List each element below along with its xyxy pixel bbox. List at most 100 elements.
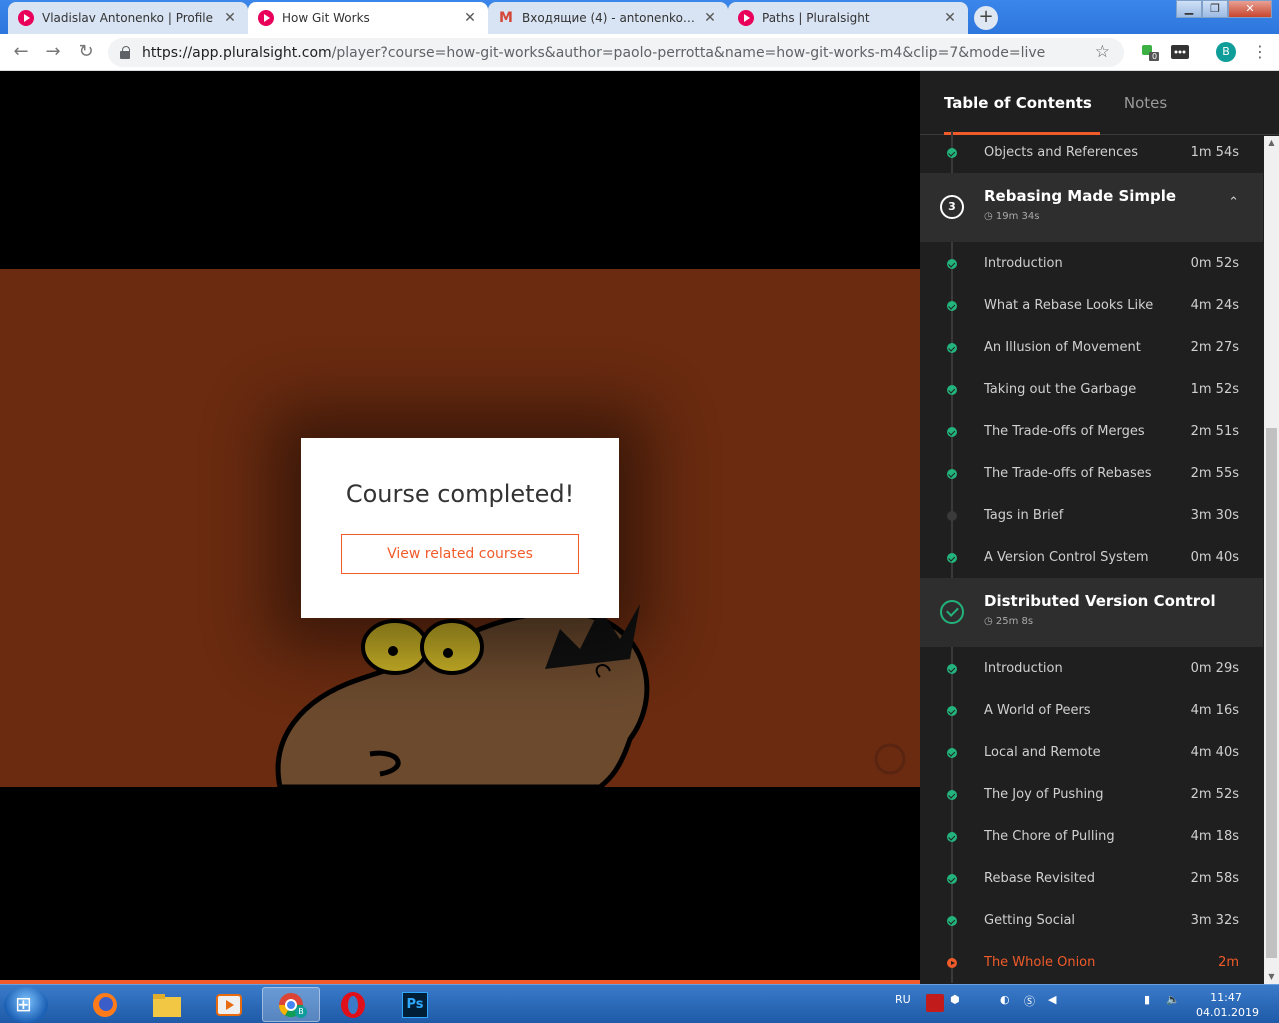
clip-row[interactable]: Local and Remote 4m 40s — [920, 731, 1263, 773]
clip-title: The Trade-offs of Rebases — [984, 465, 1152, 481]
speaker-icon[interactable]: ◀ — [1048, 993, 1056, 1006]
completed-check-icon — [947, 427, 957, 437]
tray-app-icon[interactable] — [926, 994, 944, 1012]
completed-check-icon — [947, 832, 957, 842]
view-related-courses-button[interactable]: View related courses — [341, 534, 579, 574]
browser-menu-icon[interactable]: ⋮ — [1252, 42, 1268, 62]
browser-tab-inbox[interactable]: M Входящие (4) - antonenkovlad.v ✕ — [488, 2, 728, 34]
forward-arrow-icon[interactable]: → — [42, 42, 64, 64]
new-tab-button[interactable]: + — [974, 6, 998, 30]
clip-title: Objects and References — [984, 144, 1139, 160]
clip-row[interactable]: The Trade-offs of Rebases 2m 55s — [920, 452, 1263, 494]
extension-badge: 0 — [1152, 52, 1158, 61]
explorer-icon[interactable] — [138, 987, 196, 1022]
clip-row[interactable]: What a Rebase Looks Like 4m 24s — [920, 284, 1263, 326]
module-complete-icon — [940, 600, 964, 624]
clip-title: Tags in Brief — [984, 507, 1064, 523]
completed-check-icon — [947, 385, 957, 395]
clip-row[interactable]: The Whole Onion 2m — [920, 941, 1263, 983]
video-player[interactable]: Course completed! View related courses — [0, 71, 920, 980]
sidebar-scrollbar[interactable]: ▲ ▼ — [1264, 136, 1279, 984]
window-close-button[interactable]: ✕ — [1228, 0, 1272, 18]
clip-row[interactable]: Objects and References 1m 54s — [920, 131, 1263, 173]
clip-row[interactable]: Taking out the Garbage 1m 52s — [920, 368, 1263, 410]
extension-dots-icon[interactable] — [1170, 42, 1190, 62]
clip-row[interactable]: Getting Social 3m 32s — [920, 899, 1263, 941]
completed-check-icon — [947, 706, 957, 716]
clip-row[interactable]: The Joy of Pushing 2m 52s — [920, 773, 1263, 815]
maximize-button[interactable]: ❐ — [1202, 0, 1228, 18]
skype-icon[interactable]: Ⓢ — [1024, 993, 1035, 1009]
extension-icon[interactable]: 0 — [1140, 42, 1160, 62]
clip-duration: 1m 52s — [1190, 381, 1239, 397]
clip-duration: 3m 30s — [1190, 507, 1239, 523]
close-icon[interactable]: ✕ — [702, 10, 718, 26]
gmail-icon: M — [499, 10, 513, 26]
module-header[interactable]: 3 Rebasing Made Simple 19m 34s ⌃ — [920, 173, 1263, 242]
clip-title: The Joy of Pushing — [984, 786, 1104, 802]
tab-table-of-contents[interactable]: Table of Contents — [944, 94, 1100, 135]
close-icon[interactable]: ✕ — [462, 10, 478, 26]
network-icon[interactable]: ▮ — [1144, 993, 1150, 1006]
clip-title: The Chore of Pulling — [984, 828, 1115, 844]
clip-title: The Trade-offs of Merges — [984, 423, 1145, 439]
clip-duration: 4m 40s — [1190, 744, 1239, 760]
dropbox-icon[interactable]: ⬢ — [950, 993, 960, 1006]
clip-row[interactable]: Tags in Brief 3m 30s — [920, 494, 1263, 536]
back-arrow-icon[interactable]: ← — [10, 42, 32, 64]
completed-check-icon — [947, 469, 957, 479]
tray-app-icon[interactable]: ◐ — [1000, 993, 1010, 1006]
browser-tab-profile[interactable]: Vladislav Antonenko | Profile ✕ — [8, 2, 248, 34]
reload-icon[interactable]: ↻ — [75, 42, 97, 64]
scrollbar-thumb[interactable] — [1266, 428, 1277, 958]
clip-duration: 2m — [1218, 954, 1239, 970]
profile-avatar[interactable]: B — [1216, 42, 1236, 62]
address-bar[interactable]: https://app.pluralsight.com/player?cours… — [108, 38, 1124, 67]
photoshop-icon[interactable]: Ps — [386, 987, 444, 1022]
system-clock[interactable]: 11:47 04.01.2019 — [1196, 990, 1259, 1020]
browser-tab-how-git-works[interactable]: How Git Works ✕ — [248, 2, 488, 34]
browser-tab-paths[interactable]: Paths | Pluralsight ✕ — [728, 2, 968, 34]
clip-row[interactable]: A Version Control System 0m 40s — [920, 536, 1263, 578]
chevron-up-icon[interactable]: ⌃ — [1228, 195, 1239, 210]
table-of-contents: Objects and References 1m 54s 3 Rebasing … — [920, 131, 1263, 983]
start-button[interactable] — [4, 987, 48, 1023]
clip-duration: 2m 55s — [1190, 465, 1239, 481]
clip-title: Introduction — [984, 255, 1063, 271]
module-header[interactable]: Distributed Version Control 25m 8s — [920, 578, 1263, 647]
clip-duration: 2m 27s — [1190, 339, 1239, 355]
clip-row[interactable]: Introduction 0m 29s — [920, 647, 1263, 689]
clip-row[interactable]: A World of Peers 4m 16s — [920, 689, 1263, 731]
language-indicator[interactable]: RU — [895, 993, 911, 1006]
photoshop-label: Ps — [402, 991, 428, 1018]
clock-time: 11:47 — [1210, 991, 1242, 1004]
browser-tab-strip: Vladislav Antonenko | Profile ✕ How Git … — [0, 0, 1279, 34]
module-title: Rebasing Made Simple — [984, 187, 1177, 205]
clip-duration: 0m 29s — [1190, 660, 1239, 676]
tab-notes[interactable]: Notes — [1124, 94, 1167, 134]
media-player-icon[interactable] — [200, 987, 258, 1022]
completed-check-icon — [947, 916, 957, 926]
volume-icon[interactable]: 🔈 — [1166, 993, 1180, 1006]
clip-row[interactable]: An Illusion of Movement 2m 27s — [920, 326, 1263, 368]
clip-title: A World of Peers — [984, 702, 1091, 718]
clip-row[interactable]: Rebase Revisited 2m 58s — [920, 857, 1263, 899]
completed-check-icon — [947, 874, 957, 884]
opera-icon[interactable] — [324, 987, 382, 1022]
minimize-button[interactable]: ▁ — [1176, 0, 1202, 18]
clip-title: The Whole Onion — [984, 954, 1096, 970]
clip-row[interactable]: The Trade-offs of Merges 2m 51s — [920, 410, 1263, 452]
close-icon[interactable]: ✕ — [222, 10, 238, 26]
url-host: https://app.pluralsight.com — [142, 44, 332, 61]
firefox-icon[interactable] — [76, 987, 134, 1022]
bookmark-star-icon[interactable]: ☆ — [1095, 42, 1110, 62]
clip-row[interactable]: The Chore of Pulling 4m 18s — [920, 815, 1263, 857]
clip-title: Rebase Revisited — [984, 870, 1096, 886]
completed-check-icon — [947, 790, 957, 800]
close-icon[interactable]: ✕ — [942, 10, 958, 26]
clip-row[interactable]: Introduction 0m 52s — [920, 242, 1263, 284]
scroll-up-arrow-icon[interactable]: ▲ — [1264, 136, 1279, 150]
chrome-icon[interactable]: B — [262, 987, 320, 1022]
clip-duration: 4m 16s — [1190, 702, 1239, 718]
scroll-down-arrow-icon[interactable]: ▼ — [1264, 970, 1279, 984]
